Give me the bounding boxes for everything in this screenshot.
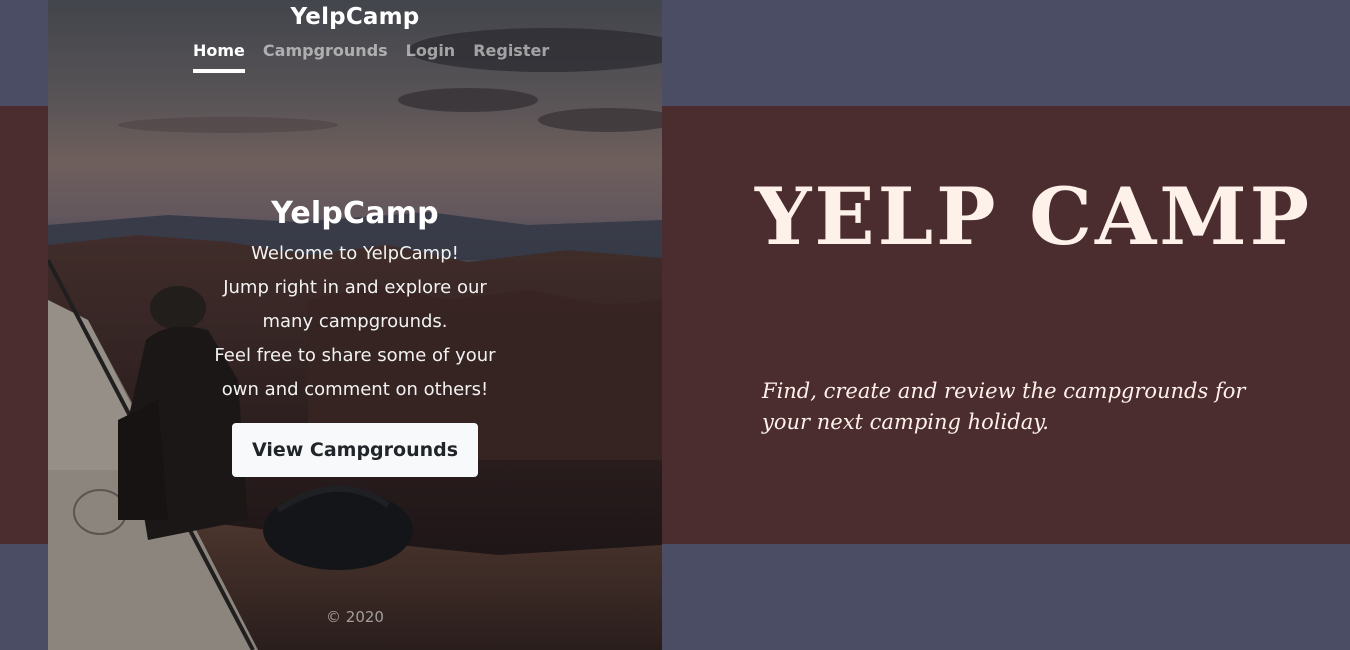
page: YelpCamp Home Campgrounds Login Register… <box>0 0 1350 650</box>
promo-subtitle-line: your next camping holiday. <box>762 410 1049 434</box>
promo-subtitle-line: Find, create and review the campgrounds … <box>762 379 1246 403</box>
nav-register-link[interactable]: Register <box>473 41 549 73</box>
cover-heading: YelpCamp <box>271 196 439 231</box>
lead-line: Jump right in and explore our <box>223 277 487 298</box>
promo-subtitle: Find, create and review the campgrounds … <box>762 376 1302 438</box>
footer-copyright: © 2020 <box>326 608 384 626</box>
main-nav: Home Campgrounds Login Register <box>193 41 549 73</box>
lead-line: Welcome to YelpCamp! <box>251 243 459 264</box>
nav-brand[interactable]: YelpCamp <box>48 4 662 30</box>
promo-title: YELP CAMP <box>755 170 1313 263</box>
cover-content: YelpCamp Welcome to YelpCamp! Jump right… <box>48 196 662 477</box>
lead-line: many campgrounds. <box>262 311 448 332</box>
nav-campgrounds-link[interactable]: Campgrounds <box>263 41 388 73</box>
lead-line: Feel free to share some of your <box>214 345 496 366</box>
landing-screenshot: YelpCamp Home Campgrounds Login Register… <box>48 0 662 650</box>
lead-line: own and comment on others! <box>221 379 489 400</box>
nav-login-link[interactable]: Login <box>406 41 456 73</box>
nav-home-link[interactable]: Home <box>193 41 245 73</box>
view-campgrounds-button[interactable]: View Campgrounds <box>231 423 479 477</box>
cover-lead: Welcome to YelpCamp! Jump right in and e… <box>48 237 662 407</box>
